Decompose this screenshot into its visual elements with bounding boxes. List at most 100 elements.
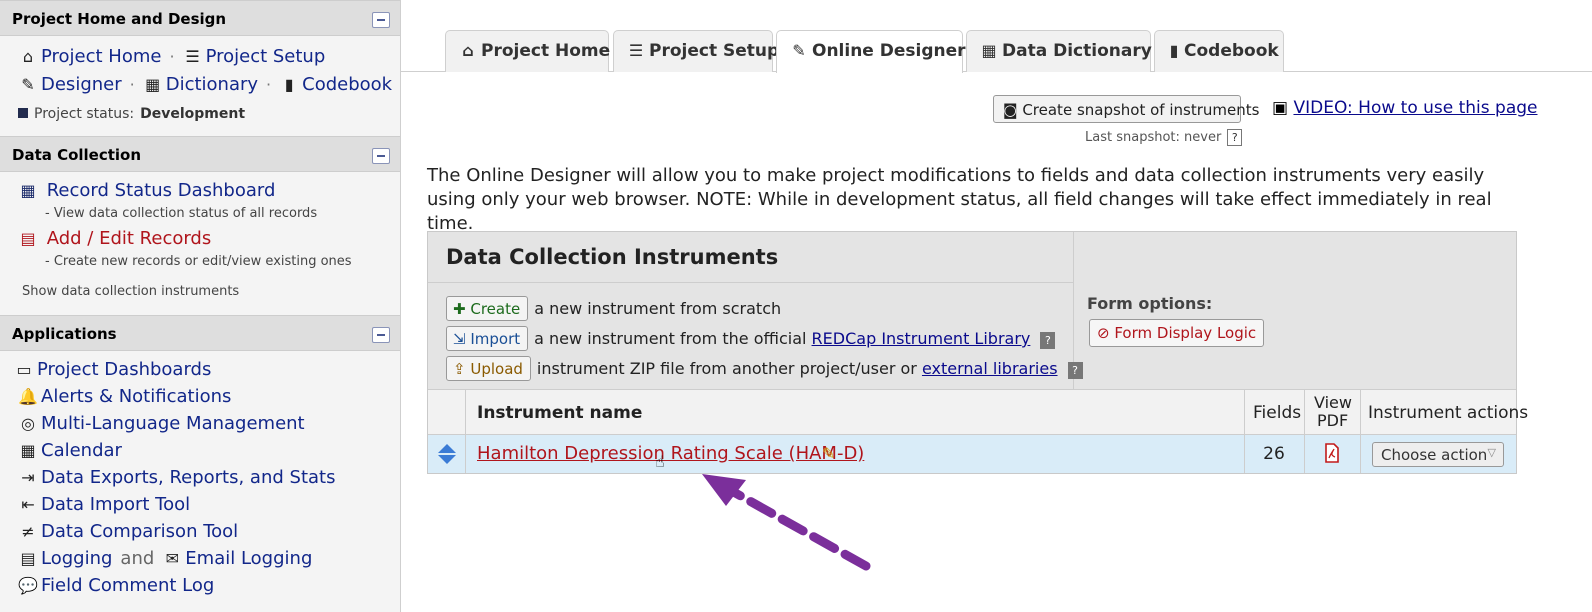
link-project-setup[interactable]: Project Setup <box>206 46 326 67</box>
video-link[interactable]: VIDEO: How to use this page <box>1293 98 1537 118</box>
link-field-comment-log[interactable]: Field Comment Log <box>41 575 214 596</box>
help-button[interactable]: ? <box>1227 129 1243 146</box>
create-text: a new instrument from scratch <box>534 299 782 318</box>
film-icon: ▣ <box>1272 98 1294 118</box>
link-project-dashboards[interactable]: Project Dashboards <box>37 359 211 380</box>
eye-slash-icon: ⊘ <box>1097 324 1115 342</box>
separator-dot: · <box>169 47 175 66</box>
reorder-arrows-icon[interactable] <box>437 443 457 465</box>
upload-label: Upload <box>470 360 523 378</box>
fdl-label: Form Display Logic <box>1114 324 1257 342</box>
divider <box>428 282 1073 283</box>
upload-icon: ⇪ <box>453 360 471 378</box>
nav-row-1: ⌂ Project Home · ☰ Project Setup <box>18 46 325 67</box>
annotation-arrow <box>702 474 871 571</box>
create-snapshot-button[interactable]: ◙ Create snapshot of instruments <box>993 95 1259 123</box>
pdf-icon[interactable] <box>1324 443 1340 463</box>
tab-project-setup[interactable]: ☰ Project Setup <box>613 30 779 72</box>
create-button[interactable]: ✚ Create <box>446 296 529 321</box>
last-snapshot: Last snapshot: never? <box>1085 129 1243 146</box>
sidebar: Project Home and Design ⌂ Project Home · ☰ P… <box>0 0 401 612</box>
record-status-subtext: - View data collection status of all rec… <box>45 206 318 221</box>
logging-icon: ▤ <box>20 549 36 568</box>
choose-action-dropdown[interactable]: Choose action ▽ <box>1372 442 1504 467</box>
globe-icon: ◎ <box>21 414 35 433</box>
email-logging-icon: ✉ <box>165 549 179 568</box>
chevron-down-icon: ▽ <box>1487 446 1496 459</box>
project-status: Project status: Development <box>18 106 245 122</box>
list-icon: ☰ <box>628 41 644 60</box>
last-snapshot-text: Last snapshot: never <box>1085 130 1222 145</box>
link-record-status-dashboard[interactable]: Record Status Dashboard <box>47 180 276 201</box>
tab-bar: ⌂ Project Home ☰ Project Setup ✎ Online Des… <box>401 0 1592 73</box>
link-add-edit-records[interactable]: Add / Edit Records <box>47 228 212 249</box>
link-designer[interactable]: Designer <box>41 74 122 95</box>
section-header-applications: Applications <box>0 315 400 351</box>
tab-project-home[interactable]: ⌂ Project Home <box>445 30 610 72</box>
link-email-logging[interactable]: Email Logging <box>185 548 312 569</box>
video-link-container: ▣ VIDEO: How to use this page <box>1272 98 1538 118</box>
nav-record-status: ▦ Record Status Dashboard <box>18 180 275 201</box>
import-icon: ⇲ <box>453 330 471 348</box>
separator-dot: · <box>129 75 135 94</box>
tab-label: Project Setup <box>649 41 780 61</box>
upload-text: instrument ZIP file from another project… <box>536 359 917 378</box>
app-project-dashboards: ▭ Project Dashboards <box>14 359 211 380</box>
book-icon: ▮ <box>1169 41 1179 60</box>
upload-button[interactable]: ⇪ Upload <box>446 356 531 381</box>
link-calendar[interactable]: Calendar <box>41 440 122 461</box>
status-value: Development <box>140 106 246 122</box>
header-view: View <box>1314 393 1352 412</box>
tab-online-designer[interactable]: ✎ Online Designer <box>776 30 966 73</box>
link-dictionary[interactable]: Dictionary <box>166 74 258 95</box>
tab-label: Data Dictionary <box>1002 41 1152 61</box>
external-libraries-link[interactable]: external libraries <box>922 359 1058 378</box>
form-display-logic-button[interactable]: ⊘ Form Display Logic <box>1089 319 1265 347</box>
app-mlm: ◎ Multi-Language Management <box>18 413 305 434</box>
tab-data-dictionary[interactable]: ▦ Data Dictionary <box>966 30 1152 72</box>
app-field-comment: 💬 Field Comment Log <box>18 575 214 596</box>
grid-icon: ▦ <box>20 181 36 200</box>
header-fields: Fields <box>1253 403 1302 423</box>
status-square-icon <box>18 108 28 118</box>
instruments-panel: Data Collection Instruments ✚ Create a ne… <box>427 231 1528 474</box>
header-instrument-actions: Instrument actions <box>1368 403 1529 423</box>
edit-icon: ✎ <box>21 75 35 94</box>
link-multi-language[interactable]: Multi-Language Management <box>41 413 305 434</box>
link-project-home[interactable]: Project Home <box>41 46 161 67</box>
edit-icon: ✎ <box>792 41 806 60</box>
app-calendar: ▦ Calendar <box>18 440 122 461</box>
column-divider <box>1304 390 1305 434</box>
form-options-label: Form options: <box>1087 294 1213 313</box>
add-edit-subtext: - Create new records or edit/view existi… <box>45 254 352 269</box>
list-icon: ☰ <box>185 47 200 66</box>
home-icon: ⌂ <box>462 41 474 60</box>
help-button[interactable]: ? <box>1040 332 1056 349</box>
import-label: Import <box>470 330 521 348</box>
hand-cursor-icon: ☝ <box>655 452 665 471</box>
link-logging[interactable]: Logging <box>41 548 112 569</box>
link-codebook[interactable]: Codebook <box>302 74 392 95</box>
nav-row-2: ✎ Designer · ▦ Dictionary · ▮ Codebook <box>18 74 392 95</box>
show-instruments-link[interactable]: Show data collection instruments <box>22 284 239 299</box>
link-data-comparison[interactable]: Data Comparison Tool <box>41 521 238 542</box>
collapse-icon[interactable] <box>372 148 390 164</box>
link-data-exports[interactable]: Data Exports, Reports, and Stats <box>41 467 335 488</box>
redcap-library-link[interactable]: REDCap Instrument Library <box>812 329 1031 348</box>
column-divider <box>1304 435 1305 473</box>
link-alerts-notifications[interactable]: Alerts & Notifications <box>41 386 231 407</box>
collapse-icon[interactable] <box>372 12 390 28</box>
tab-codebook[interactable]: ▮ Codebook <box>1154 30 1284 72</box>
import-button[interactable]: ⇲ Import <box>446 326 529 351</box>
link-data-import[interactable]: Data Import Tool <box>41 494 190 515</box>
collapse-icon[interactable] <box>372 327 390 343</box>
intro-text: The Online Designer will allow you to ma… <box>427 165 1492 234</box>
app-alerts: 🔔 Alerts & Notifications <box>18 386 231 407</box>
nav-add-edit: ▤ Add / Edit Records <box>18 228 211 249</box>
comments-icon: 💬 <box>18 576 38 595</box>
create-row: ✚ Create a new instrument from scratch <box>446 296 781 321</box>
upload-row: ⇪ Upload instrument ZIP file from another… <box>446 356 1083 381</box>
help-button[interactable]: ? <box>1067 362 1083 379</box>
column-divider <box>1360 435 1361 473</box>
app-comparison: ≠ Data Comparison Tool <box>18 521 238 542</box>
